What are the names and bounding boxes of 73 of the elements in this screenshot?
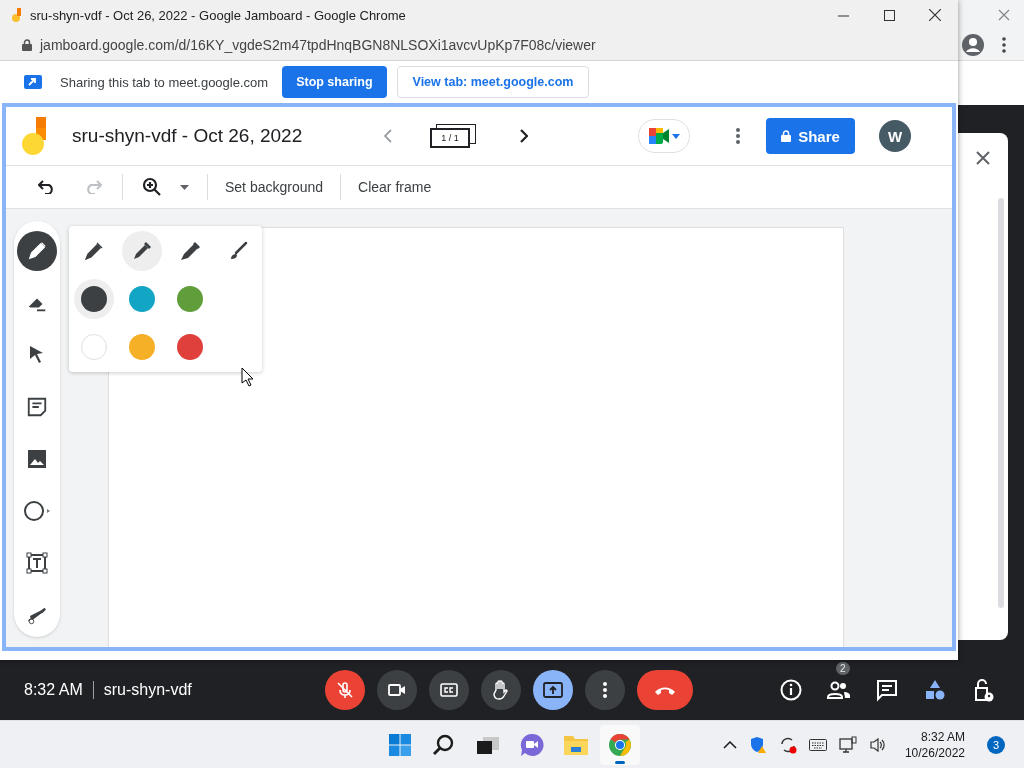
clock-date[interactable]: 10/26/2022 — [904, 744, 965, 761]
captions-button[interactable] — [429, 670, 469, 710]
more-options-button[interactable] — [585, 670, 625, 710]
raise-hand-button[interactable] — [481, 670, 521, 710]
image-icon — [27, 449, 47, 469]
color-swatch[interactable] — [177, 286, 203, 312]
sticky-note-icon — [26, 396, 48, 418]
participant-count-badge: 2 — [836, 662, 850, 675]
microphone-off-icon — [335, 680, 355, 700]
camera-button[interactable] — [377, 670, 417, 710]
folder-icon — [563, 733, 589, 756]
pen-tool-button[interactable] — [17, 231, 57, 271]
clock-time[interactable]: 8:32 AM — [920, 728, 965, 745]
microphone-off-button[interactable] — [325, 670, 365, 710]
info-icon[interactable] — [779, 678, 803, 702]
video-chat-icon — [519, 732, 545, 757]
pen-icon — [26, 240, 48, 262]
view-tab-button[interactable]: View tab: meet.google.com — [396, 66, 590, 98]
more-menu-icon[interactable] — [736, 128, 740, 144]
leave-call-button[interactable] — [637, 670, 693, 710]
lock-icon — [22, 39, 32, 51]
notification-badge[interactable]: 3 — [987, 735, 1005, 754]
dots-icon — [602, 680, 608, 700]
color-swatch[interactable] — [177, 334, 203, 360]
chevron-up-icon[interactable] — [722, 740, 737, 749]
shapes-icon[interactable] — [923, 678, 947, 702]
pen-icon — [84, 241, 104, 261]
hand-icon — [491, 679, 511, 701]
clear-frame-button[interactable]: Clear frame — [357, 175, 433, 199]
chat-icon[interactable] — [875, 678, 899, 702]
set-background-button[interactable]: Set background — [224, 175, 325, 199]
keyboard-icon[interactable] — [808, 738, 827, 751]
close-icon[interactable] — [929, 9, 941, 21]
lock-icon — [781, 130, 792, 142]
board-title[interactable]: sru-shyn-vdf - Oct 26, 2022 — [72, 125, 384, 147]
share-button[interactable]: Share — [766, 118, 855, 154]
volume-icon[interactable] — [868, 736, 887, 753]
previous-frame-button[interactable] — [384, 129, 392, 143]
meeting-code: sru-shyn-vdf — [103, 681, 192, 699]
user-avatar[interactable]: W — [879, 120, 911, 152]
maximize-icon[interactable] — [883, 9, 895, 21]
browser-button[interactable] — [600, 724, 640, 765]
meet-button[interactable] — [638, 119, 690, 153]
video-camera-icon — [648, 127, 670, 145]
window-title: sru-shyn-vdf - Oct 26, 2022 - Google Jamboard - Google Chrome — [30, 7, 406, 23]
browser-logo-icon — [608, 732, 632, 757]
marker-icon — [132, 241, 152, 261]
color-swatch[interactable] — [129, 334, 155, 360]
brush-icon — [228, 241, 248, 261]
close-icon[interactable] — [976, 151, 990, 165]
color-swatch[interactable] — [129, 286, 155, 312]
circle-icon — [23, 500, 51, 522]
shield-warning-icon[interactable] — [748, 735, 767, 754]
cast-icon — [24, 74, 42, 90]
next-frame-button[interactable] — [520, 129, 528, 143]
sync-icon[interactable] — [778, 735, 797, 754]
text-box-icon — [26, 552, 48, 574]
meeting-time: 8:32 AM — [24, 681, 83, 699]
marker-button[interactable] — [122, 231, 162, 271]
color-swatch[interactable] — [81, 334, 107, 360]
captions-icon — [439, 680, 459, 700]
screen-share-icon — [542, 680, 564, 700]
present-button[interactable] — [533, 670, 573, 710]
app-icon — [12, 8, 22, 22]
menu-icon[interactable] — [1002, 37, 1006, 53]
network-icon[interactable] — [838, 735, 857, 754]
magnifier-icon — [432, 732, 456, 757]
caret-icon — [672, 133, 680, 139]
profile-icon[interactable] — [962, 34, 984, 56]
stop-sharing-button[interactable]: Stop sharing — [282, 66, 387, 98]
highlighter-icon — [179, 241, 201, 261]
windows-logo-icon — [389, 733, 411, 756]
sharing-message: Sharing this tab to meet.google.com — [60, 74, 269, 90]
